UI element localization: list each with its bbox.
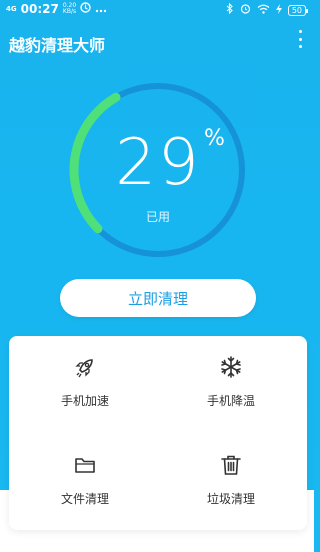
more-dot-icon xyxy=(298,45,302,48)
status-bar: 4G 00:27 0.20 KB/s 50 xyxy=(0,0,314,22)
alarm-icon xyxy=(240,3,251,17)
signal-indicator: 4G xyxy=(6,5,17,13)
tool-label: 手机降温 xyxy=(206,394,255,408)
more-dot-icon xyxy=(298,37,302,41)
battery-indicator: 50 xyxy=(287,4,309,16)
charging-icon xyxy=(275,3,282,17)
tool-label: 手机加速 xyxy=(60,394,109,408)
memory-percent-value: 29 xyxy=(115,126,201,200)
tool-file-cleanup[interactable]: 文件清理 xyxy=(25,434,145,514)
memory-used-label: 已用 xyxy=(145,210,170,224)
more-dot-icon xyxy=(298,30,302,33)
tool-label: 文件清理 xyxy=(60,492,109,506)
memory-percent-unit: % xyxy=(204,126,225,151)
network-speed: 0.20 KB/s xyxy=(63,3,76,15)
rocket-icon xyxy=(75,359,93,378)
app-notification-icon xyxy=(80,2,91,16)
clean-now-button[interactable]: 立即清理 xyxy=(60,279,256,317)
tool-phone-speedup[interactable]: 手机加速 xyxy=(25,336,145,416)
network-speed-unit: KB/s xyxy=(62,8,77,15)
bluetooth-icon xyxy=(226,2,234,17)
app-title: 越豹清理大师 xyxy=(9,36,106,55)
status-right: 50 xyxy=(226,2,309,17)
memory-gauge: 29 % 已用 xyxy=(68,80,248,260)
status-time: 00:27 xyxy=(20,2,59,16)
wifi-icon xyxy=(257,4,270,17)
folder-icon xyxy=(75,458,95,473)
tool-phone-cooldown[interactable]: 手机降温 xyxy=(171,336,291,416)
trash-icon xyxy=(221,455,241,475)
tool-label: 垃圾清理 xyxy=(206,492,255,506)
snowflake-icon xyxy=(221,356,241,378)
tool-junk-cleanup[interactable]: 垃圾清理 xyxy=(171,434,291,514)
status-left: 4G 00:27 0.20 KB/s xyxy=(6,2,107,16)
more-notifications-icon xyxy=(95,3,107,16)
tools-card: 手机加速 手机降温 文件清理 垃圾清理 xyxy=(9,336,307,530)
more-options-button[interactable] xyxy=(294,28,306,50)
